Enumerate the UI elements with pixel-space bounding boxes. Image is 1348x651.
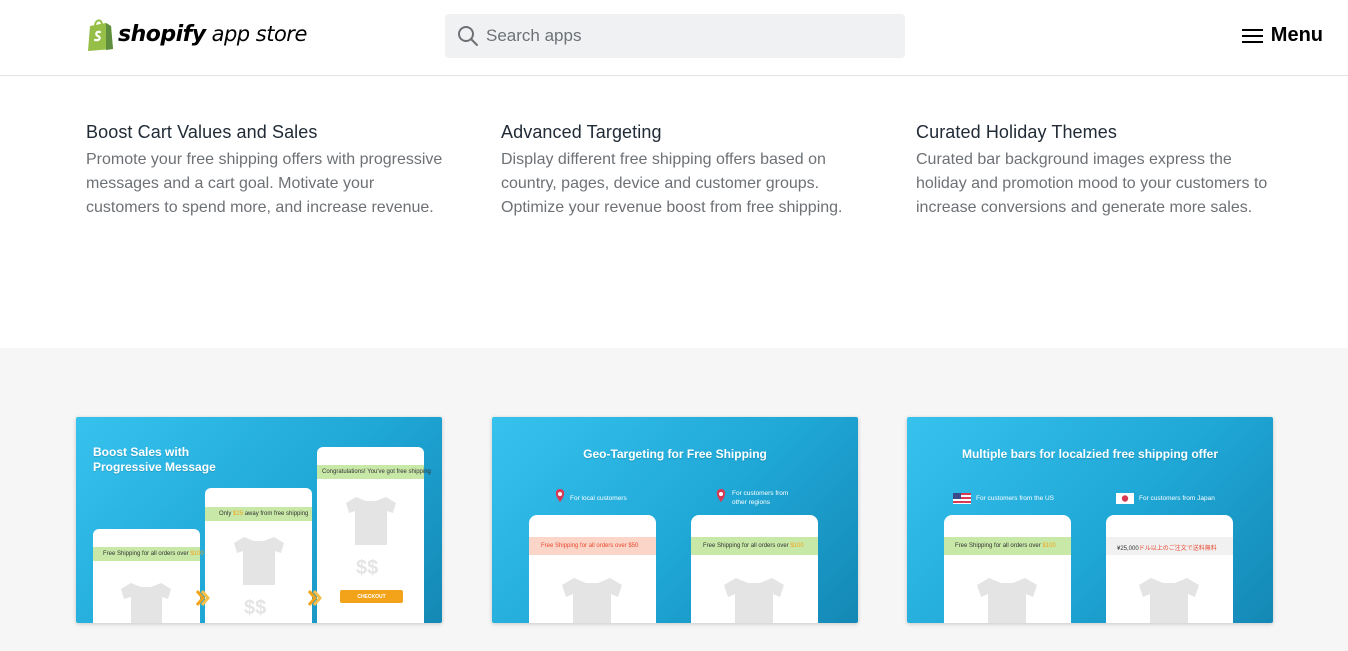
search-input[interactable] [445, 14, 905, 58]
screenshot-gallery: Boost Sales with Progressive Message Fre… [0, 348, 1348, 651]
screenshot-geo-targeting[interactable]: Geo-Targeting for Free Shipping For loca… [492, 417, 858, 623]
checkout-button-mock: CHECKOUT [357, 594, 386, 600]
feature-title: Advanced Targeting [501, 122, 662, 142]
flag-label: For customers from the US [976, 495, 1055, 502]
logo-wordmark: shopify [118, 21, 206, 47]
flag-label: For customers from Japan [1139, 495, 1215, 502]
feature-title: Boost Cart Values and Sales [86, 122, 318, 142]
feature-holiday-themes: Curated Holiday Themes Curated bar backg… [916, 120, 1276, 220]
screenshot-localized-bars[interactable]: Multiple bars for localzied free shippin… [907, 417, 1273, 623]
price-placeholder: $$ [356, 557, 379, 579]
search-bar [445, 14, 905, 58]
us-flag-icon [953, 493, 971, 504]
phone-bar-text: Free Shipping for all orders over $100 [955, 543, 1056, 549]
feature-advanced-targeting: Advanced Targeting Display different fre… [501, 120, 861, 220]
pin-label: For local customers [570, 495, 627, 502]
feature-description: Curated bar background images express th… [916, 151, 1268, 216]
card-title: Multiple bars for localzied free shippin… [961, 447, 1219, 461]
card-title-line2: Progressive Message [93, 460, 216, 474]
card-title-line1: Boost Sales with [93, 445, 190, 459]
feature-description: Display different free shipping offers b… [501, 151, 843, 216]
phone-bar-text: Free Shipping for all orders over $100 [703, 543, 804, 549]
map-pin-icon [555, 489, 565, 502]
feature-description: Promote your free shipping offers with p… [86, 151, 443, 216]
phone-bar-text: Only $25 away from free shipping [219, 511, 309, 517]
screenshot-progressive-message[interactable]: Boost Sales with Progressive Message Fre… [76, 417, 442, 623]
shopify-bag-icon [88, 18, 113, 51]
phone-bar-text: Free Shipping for all orders over $50 [541, 543, 639, 549]
map-pin-icon [716, 489, 726, 502]
search-icon [458, 26, 478, 46]
phone-bar-text: Congratulations! You've got free shippin… [322, 469, 431, 475]
menu-label: Menu [1270, 24, 1323, 46]
menu-button[interactable]: Menu [1241, 24, 1323, 47]
pin-label: For customers from [732, 490, 789, 497]
top-header: shopify app store Menu [0, 0, 1348, 76]
phone-bar-text: Free Shipping for all orders over $100 [103, 551, 204, 557]
price-placeholder: $$ [244, 597, 267, 619]
japan-flag-icon [1116, 493, 1134, 504]
logo-subtitle: app store [211, 22, 308, 46]
feature-boost-cart: Boost Cart Values and Sales Promote your… [86, 120, 446, 220]
shopify-app-store-logo[interactable]: shopify app store [86, 17, 307, 51]
card-title: Geo-Targeting for Free Shipping [583, 447, 767, 461]
phone-bar-text: ¥25,000ドル以上のご注文で送料無料 [1117, 546, 1217, 552]
feature-title: Curated Holiday Themes [916, 122, 1117, 142]
pin-label: other regions [732, 499, 770, 506]
hamburger-menu-icon [1241, 28, 1263, 43]
